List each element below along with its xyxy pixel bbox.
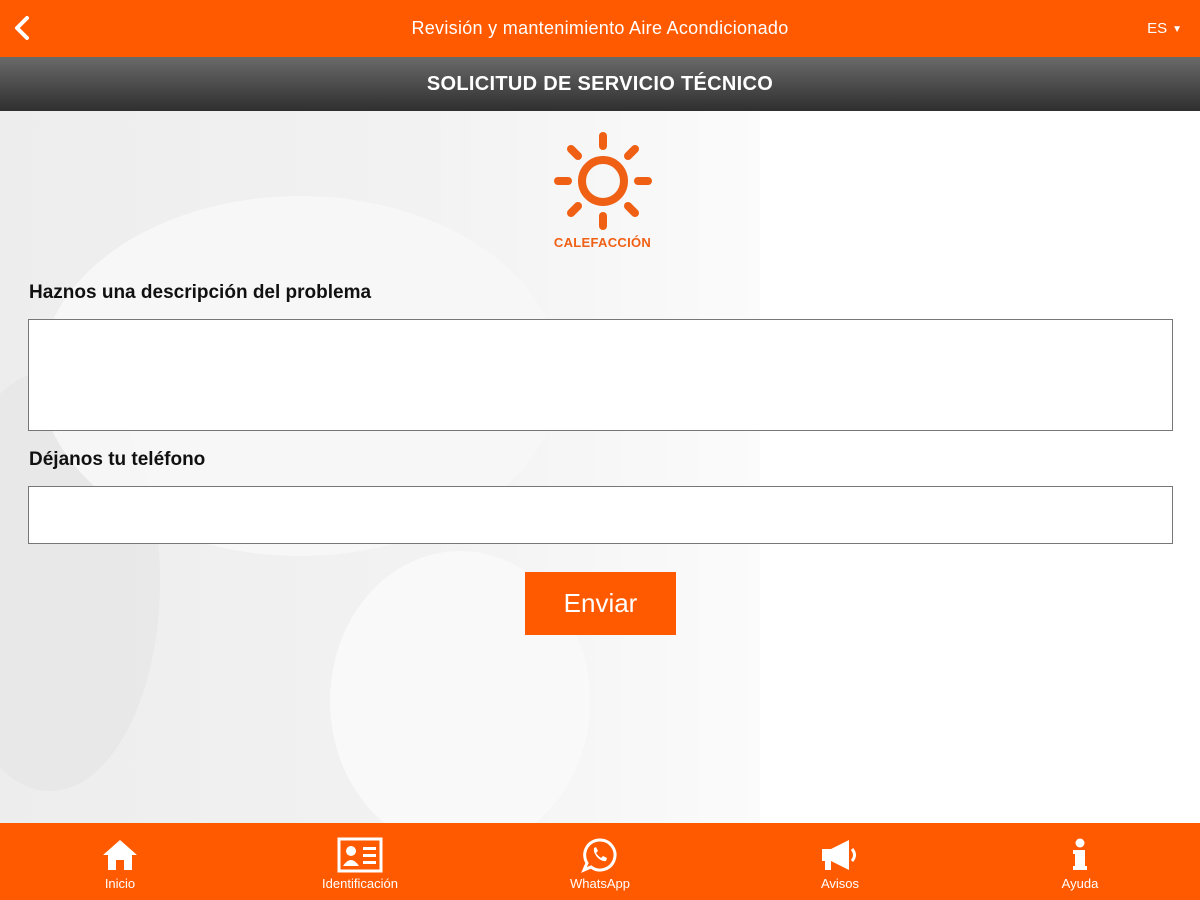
phone-field[interactable] <box>28 486 1173 544</box>
nav-item-identificacion[interactable]: Identificación <box>240 823 480 900</box>
app-title: Revisión y mantenimiento Aire Acondicion… <box>411 18 789 38</box>
nav-label: Avisos <box>820 876 860 891</box>
category-label: CALEFACCIÓN <box>553 235 652 250</box>
nav-label: Identificación <box>322 876 398 891</box>
nav-item-inicio[interactable]: Inicio <box>0 823 240 900</box>
top-bar: Revisión y mantenimiento Aire Acondicion… <box>0 0 1200 57</box>
description-label: Haznos una descripción del problema <box>29 282 372 303</box>
chevron-left-icon[interactable] <box>8 12 38 44</box>
description-field[interactable] <box>28 319 1173 431</box>
bottom-nav: Inicio Identificación WhatsApp Avisos Ay… <box>0 823 1200 900</box>
page-title: SOLICITUD DE SERVICIO TÉCNICO <box>0 57 1200 111</box>
category-heating: CALEFACCIÓN <box>540 131 665 261</box>
nav-item-avisos[interactable]: Avisos <box>720 823 960 900</box>
phone-label: Déjanos tu teléfono <box>29 449 206 470</box>
nav-item-whatsapp[interactable]: WhatsApp <box>480 823 720 900</box>
megaphone-icon <box>819 837 861 873</box>
nav-item-ayuda[interactable]: Ayuda <box>960 823 1200 900</box>
sun-icon <box>540 131 665 231</box>
submit-button[interactable]: Enviar <box>525 572 676 635</box>
language-selector[interactable]: ES ▼ <box>1147 0 1182 57</box>
language-code: ES <box>1147 20 1168 37</box>
nav-label: Ayuda <box>1061 876 1099 891</box>
home-icon <box>101 837 139 873</box>
id-card-icon <box>337 837 383 873</box>
whatsapp-icon <box>581 837 619 873</box>
nav-label: WhatsApp <box>570 876 630 891</box>
info-icon <box>1070 837 1090 873</box>
nav-label: Inicio <box>104 876 136 891</box>
main-content: CALEFACCIÓN Haznos una descripción del p… <box>0 111 1200 823</box>
caret-down-icon: ▼ <box>1172 24 1182 35</box>
